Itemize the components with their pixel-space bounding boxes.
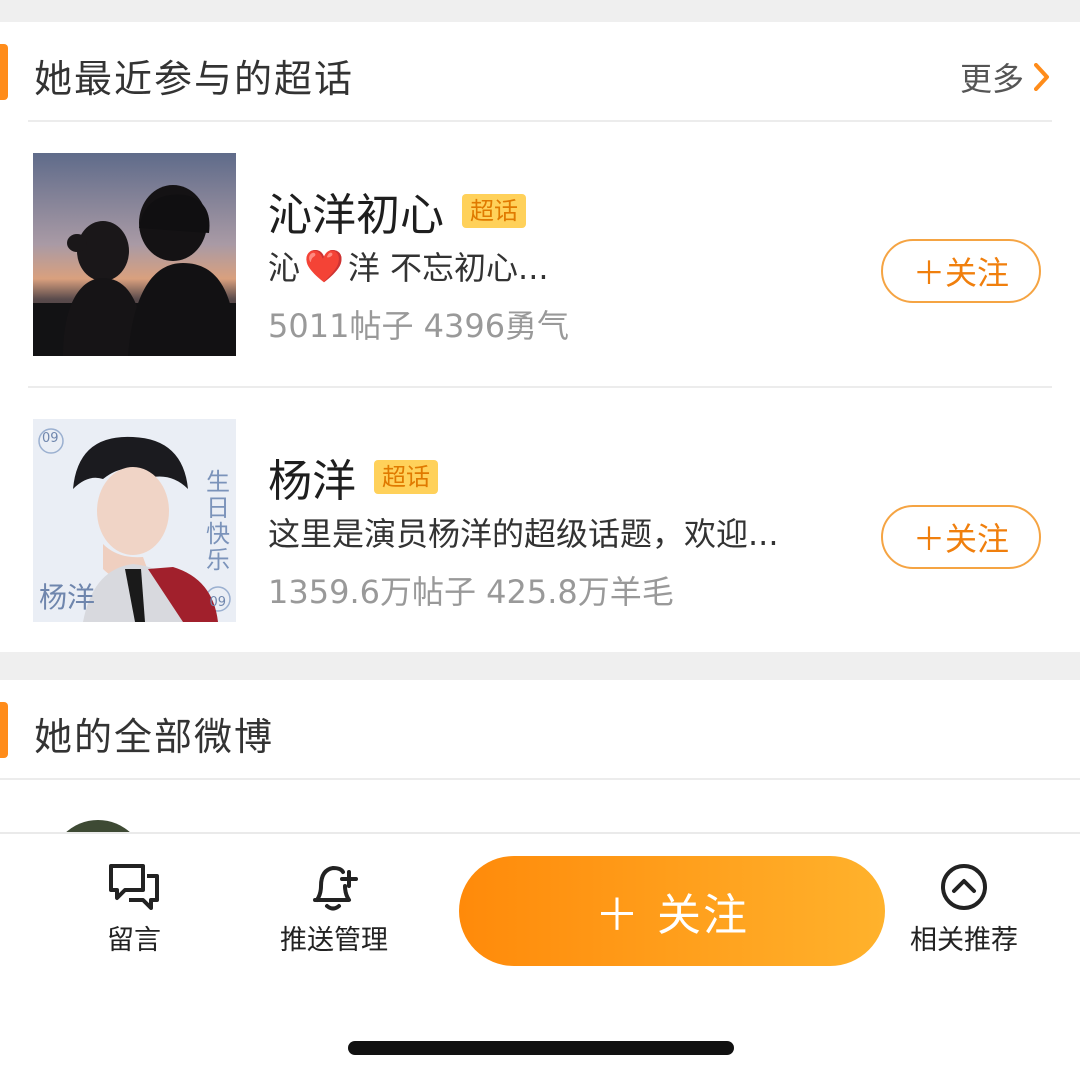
actor-birthday-poster-image: 09 09 生日快乐 杨洋 [33, 419, 236, 622]
section-accent-bar [0, 702, 8, 758]
topic-stats: 1359.6万帖子 425.8万羊毛 [268, 573, 674, 611]
chat-bubbles-icon [109, 864, 159, 910]
follow-button[interactable]: ＋关注 [881, 505, 1041, 569]
tab-label: 相关推荐 [910, 925, 1018, 956]
tab-label: 推送管理 [280, 925, 388, 956]
topic-stats: 5011帖子 4396勇气 [268, 307, 570, 345]
poster-date-bottom: 09 [209, 595, 226, 610]
silhouette-couple-image [33, 153, 236, 356]
section-title: 她的全部微博 [34, 715, 275, 759]
comment-tab[interactable]: 留言 [54, 862, 214, 957]
related-recommendations-tab[interactable]: 相关推荐 [884, 862, 1044, 957]
bell-plus-icon [313, 865, 358, 911]
topic-row[interactable]: 沁洋初心 超话 沁 ❤️ 洋 不忘初心... 5011帖子 4396勇气 ＋关注 [0, 153, 1080, 403]
more-label: 更多 [959, 60, 1024, 98]
section-title: 她最近参与的超话 [34, 57, 355, 101]
topic-row[interactable]: 09 09 生日快乐 杨洋 杨洋 超话 这里是演员杨洋的超级话题，欢迎... 1… [0, 419, 1080, 669]
super-topic-badge: 超话 [462, 194, 526, 228]
all-weibo-section: 她的全部微博 [0, 680, 1080, 916]
bottom-action-bar: 留言 推送管理 ＋ 关注 相关推荐 [0, 832, 1080, 1078]
divider [28, 120, 1052, 122]
divider [28, 386, 1052, 388]
topic-name: 沁洋初心 [268, 190, 444, 241]
push-management-tab[interactable]: 推送管理 [254, 862, 414, 957]
divider [0, 778, 1080, 780]
chevron-right-icon [1034, 63, 1049, 91]
chevron-up-circle-icon [941, 864, 987, 910]
poster-name-text: 杨洋 [39, 581, 96, 614]
follow-main-button[interactable]: ＋ 关注 [459, 856, 885, 966]
follow-button[interactable]: ＋关注 [881, 239, 1041, 303]
super-topic-badge: 超话 [374, 460, 438, 494]
poster-birthday-text: 生日快乐 [206, 468, 230, 574]
heart-emoji-icon: ❤️ [304, 247, 344, 285]
poster-date-top: 09 [42, 431, 59, 446]
topic-name: 杨洋 [268, 456, 356, 507]
home-indicator[interactable] [348, 1041, 734, 1055]
topic-description: 沁 ❤️ 洋 不忘初心... [268, 247, 549, 287]
topic-description: 这里是演员杨洋的超级话题，欢迎... [268, 515, 779, 553]
more-link[interactable]: 更多 [960, 52, 1050, 102]
section-accent-bar [0, 44, 8, 100]
recent-topics-section: 她最近参与的超话 更多 沁洋初心 超话 沁 ❤️ 洋 不忘初心... 5011帖… [0, 22, 1080, 652]
tab-label: 留言 [107, 925, 161, 956]
